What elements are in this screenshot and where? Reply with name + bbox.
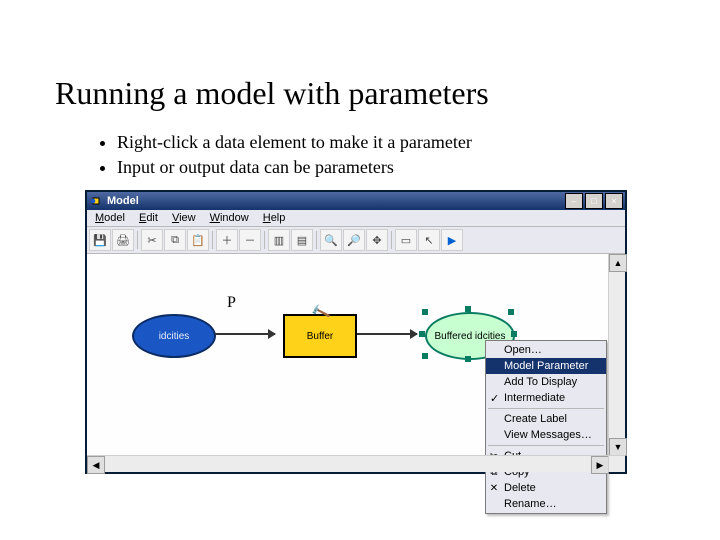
menubar[interactable]: ModelEditViewWindowHelp	[87, 210, 625, 227]
horizontal-scrollbar[interactable]: ◀ ▶	[87, 455, 609, 472]
scroll-left-icon[interactable]: ◀	[87, 456, 105, 474]
scroll-down-icon[interactable]: ▼	[609, 438, 627, 456]
menu-help[interactable]: Help	[257, 211, 292, 225]
model-canvas[interactable]: P idcities Buffer 🔨 Buffered idcities	[87, 254, 625, 472]
separator	[212, 231, 213, 249]
scroll-up-icon[interactable]: ▲	[609, 254, 627, 272]
selection-handle[interactable]	[422, 309, 428, 315]
ctx-delete[interactable]: ✕Delete	[486, 480, 606, 496]
zoom-out-icon[interactable]: 🔎	[343, 229, 365, 251]
print-icon[interactable]: 🖨	[112, 229, 134, 251]
pan-icon[interactable]: ✥	[366, 229, 388, 251]
menu-window[interactable]: Window	[204, 211, 255, 225]
separator	[316, 231, 317, 249]
parameter-indicator: P	[227, 294, 236, 312]
selection-handle[interactable]	[465, 306, 471, 312]
run-icon[interactable]: ▶	[441, 229, 463, 251]
ctx-rename[interactable]: Rename…	[486, 496, 606, 512]
remove-icon[interactable]: －	[239, 229, 261, 251]
node-label: Buffer	[307, 331, 334, 342]
window-title: Model	[107, 195, 563, 207]
app-icon	[89, 194, 103, 208]
paste-icon[interactable]: 📋	[187, 229, 209, 251]
menu-separator	[488, 408, 604, 409]
toolbar: 💾 🖨 ✂ ⧉ 📋 ＋ － ▥ ▤ 🔍 🔎 ✥ ▭ ↖ ▶	[87, 227, 625, 254]
delete-icon: ✕	[488, 482, 500, 494]
close-button[interactable]: ×	[605, 193, 623, 209]
model-builder-window: Model – □ × ModelEditViewWindowHelp 💾 🖨 …	[85, 190, 627, 474]
selection-handle[interactable]	[422, 353, 428, 359]
bullet-list: Right-click a data element to make it a …	[77, 130, 665, 180]
context-menu: Open… Model Parameter Add To Display Int…	[485, 340, 607, 514]
layout2-icon[interactable]: ▤	[291, 229, 313, 251]
selection-handle[interactable]	[508, 309, 514, 315]
page-title: Running a model with parameters	[55, 75, 665, 112]
ctx-add-to-display[interactable]: Add To Display	[486, 374, 606, 390]
selection-handle[interactable]	[511, 331, 517, 337]
input-data-node[interactable]: idcities	[132, 314, 216, 358]
cut-icon[interactable]: ✂	[141, 229, 163, 251]
vertical-scrollbar[interactable]: ▲ ▼	[608, 254, 625, 456]
connector-arrow	[215, 333, 275, 335]
ctx-view-messages[interactable]: View Messages…	[486, 427, 606, 443]
scroll-right-icon[interactable]: ▶	[591, 456, 609, 474]
save-icon[interactable]: 💾	[89, 229, 111, 251]
maximize-button[interactable]: □	[585, 193, 603, 209]
copy-icon[interactable]: ⧉	[164, 229, 186, 251]
separator	[137, 231, 138, 249]
layout1-icon[interactable]: ▥	[268, 229, 290, 251]
bullet-item: Input or output data can be parameters	[117, 155, 665, 180]
menu-edit[interactable]: Edit	[133, 211, 164, 225]
ctx-create-label[interactable]: Create Label	[486, 411, 606, 427]
zoom-in-icon[interactable]: 🔍	[320, 229, 342, 251]
selection-handle[interactable]	[419, 331, 425, 337]
scroll-corner	[608, 455, 625, 472]
node-label: idcities	[159, 331, 190, 342]
minimize-button[interactable]: –	[565, 193, 583, 209]
connector-arrow	[357, 333, 417, 335]
ctx-model-parameter[interactable]: Model Parameter	[486, 358, 606, 374]
bullet-item: Right-click a data element to make it a …	[117, 130, 665, 155]
selection-handle[interactable]	[465, 356, 471, 362]
ctx-intermediate[interactable]: Intermediate	[486, 390, 606, 406]
menu-model[interactable]: Model	[89, 211, 131, 225]
window-titlebar[interactable]: Model – □ ×	[87, 192, 625, 210]
add-icon[interactable]: ＋	[216, 229, 238, 251]
separator	[264, 231, 265, 249]
menu-view[interactable]: View	[166, 211, 202, 225]
pointer-icon[interactable]: ↖	[418, 229, 440, 251]
select-icon[interactable]: ▭	[395, 229, 417, 251]
menu-separator	[488, 445, 604, 446]
separator	[391, 231, 392, 249]
ctx-open[interactable]: Open…	[486, 342, 606, 358]
